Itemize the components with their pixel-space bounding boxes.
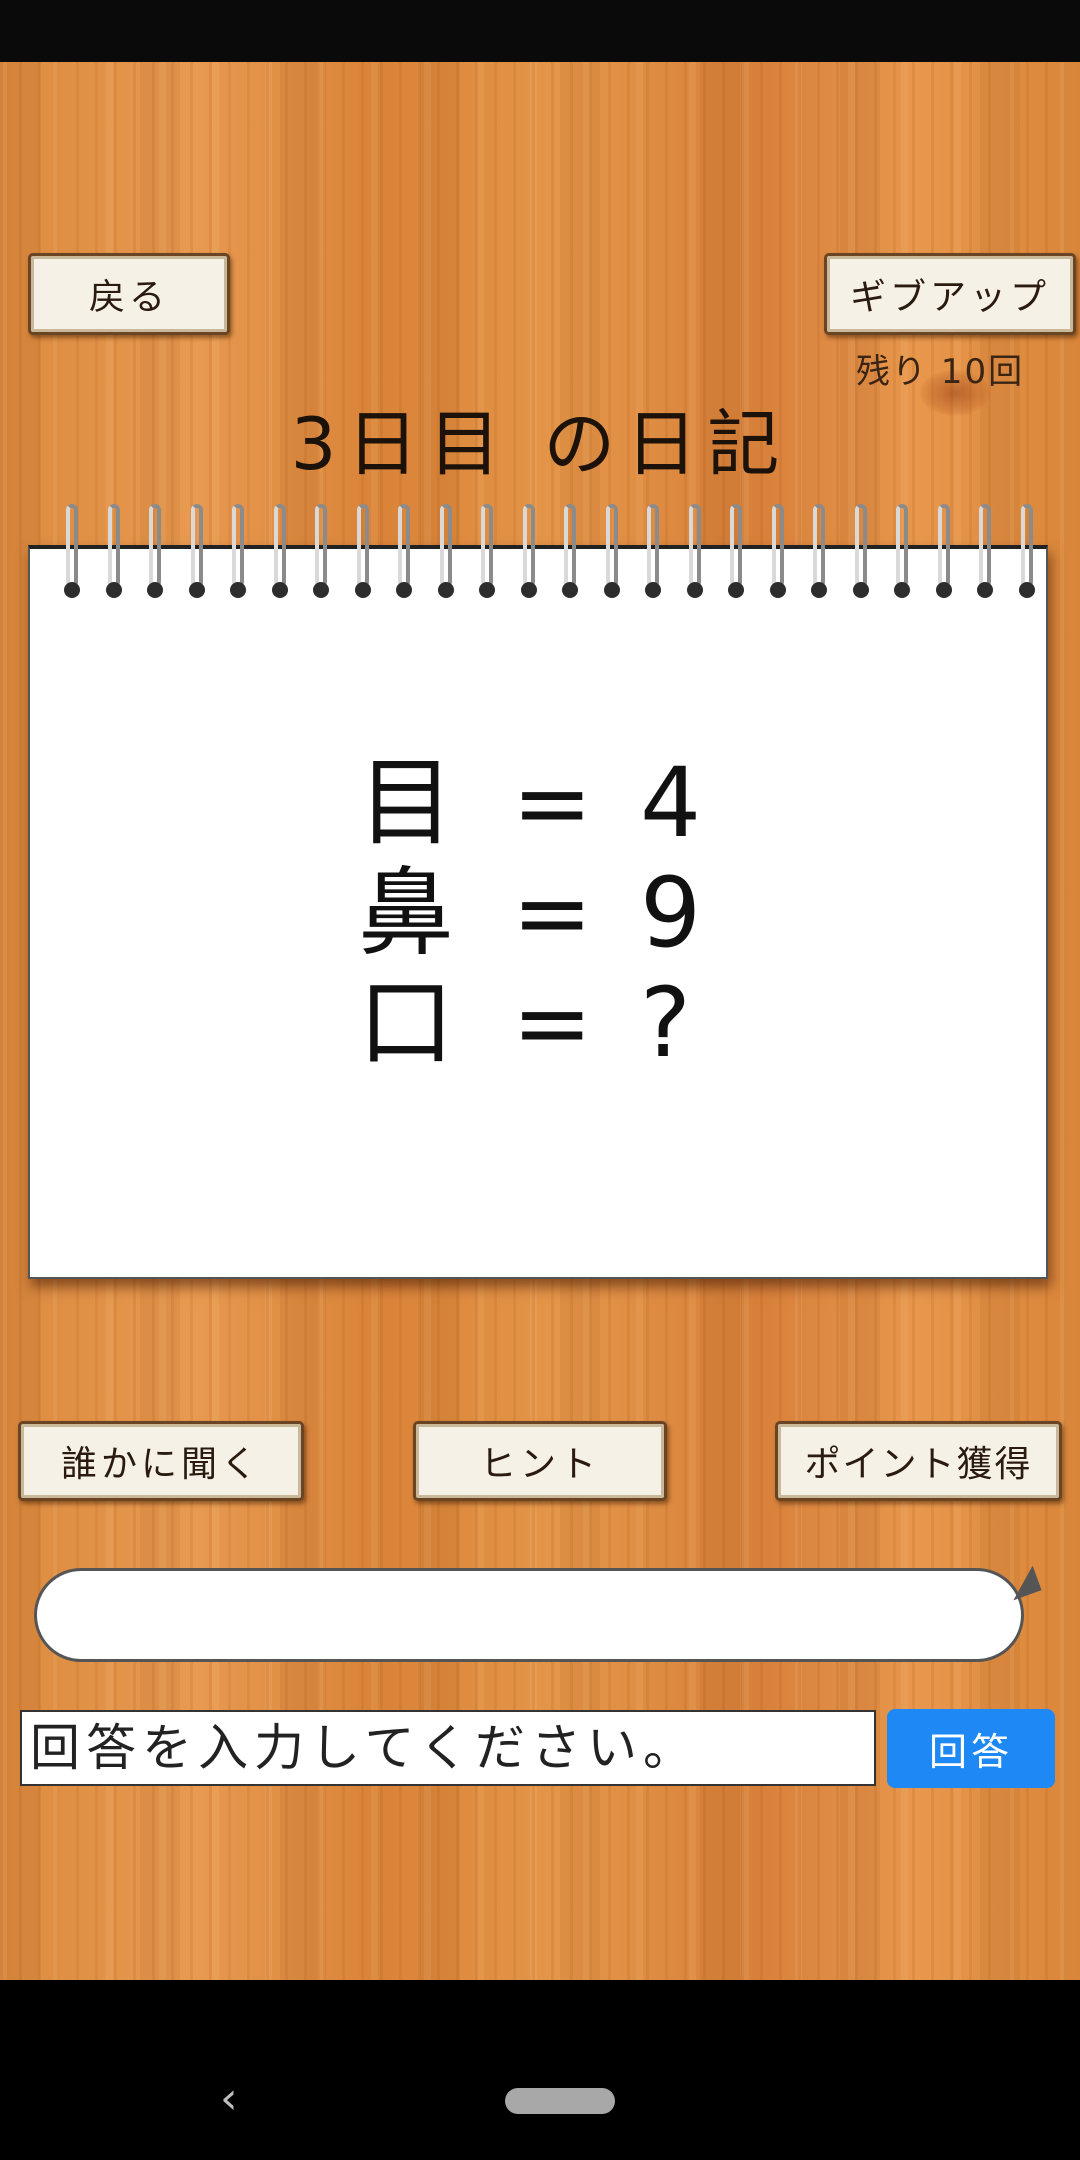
equation-value: 4 <box>640 747 702 859</box>
spiral-ring <box>726 498 746 598</box>
spiral-ring <box>394 498 414 598</box>
equation-value: 9 <box>640 857 702 969</box>
answer-submit-button[interactable]: 回答 <box>887 1709 1055 1788</box>
spiral-ring <box>975 498 995 598</box>
equation-equals: = <box>512 967 593 1079</box>
give-up-button[interactable]: ギブアップ <box>824 253 1076 335</box>
spiral-binding <box>62 498 1035 602</box>
equation-row: 口 = ? <box>330 968 750 1078</box>
equation-kanji: 口 <box>358 967 454 1079</box>
equation-row: 鼻 = 9 <box>330 858 750 968</box>
get-points-button[interactable]: ポイント獲得 <box>775 1421 1062 1501</box>
equation-equals: = <box>512 857 593 969</box>
spiral-ring <box>560 498 580 598</box>
status-bar <box>0 0 1080 62</box>
spiral-ring <box>477 498 497 598</box>
home-pill-icon[interactable] <box>505 2088 615 2114</box>
hint-button[interactable]: ヒント <box>413 1421 667 1501</box>
spiral-ring <box>228 498 248 598</box>
back-button[interactable]: 戻る <box>28 253 230 335</box>
equation-equals: = <box>512 747 593 859</box>
spiral-ring <box>768 498 788 598</box>
navigation-bar <box>0 1980 1080 2160</box>
equation-row: 目 = 4 <box>330 748 750 858</box>
spiral-ring <box>892 498 912 598</box>
spiral-ring <box>311 498 331 598</box>
spiral-ring <box>851 498 871 598</box>
spiral-ring <box>1017 498 1037 598</box>
spiral-ring <box>187 498 207 598</box>
equation-value: ? <box>640 967 691 1079</box>
spiral-ring <box>104 498 124 598</box>
equation-kanji: 鼻 <box>358 857 454 969</box>
spiral-ring <box>62 498 82 598</box>
spiral-ring <box>436 498 456 598</box>
chevron-left-icon[interactable]: ‹ <box>220 2074 260 2124</box>
spiral-ring <box>519 498 539 598</box>
spiral-ring <box>934 498 954 598</box>
equation-kanji: 目 <box>358 747 454 859</box>
spiral-ring <box>685 498 705 598</box>
spiral-ring <box>643 498 663 598</box>
speech-bubble <box>34 1568 1024 1662</box>
spiral-ring <box>353 498 373 598</box>
ask-someone-button[interactable]: 誰かに聞く <box>18 1421 304 1501</box>
spiral-ring <box>602 498 622 598</box>
spiral-ring <box>809 498 829 598</box>
spiral-ring <box>270 498 290 598</box>
day-title: 3日目 の日記 <box>290 402 790 486</box>
answer-input[interactable] <box>20 1710 876 1786</box>
spiral-ring <box>145 498 165 598</box>
